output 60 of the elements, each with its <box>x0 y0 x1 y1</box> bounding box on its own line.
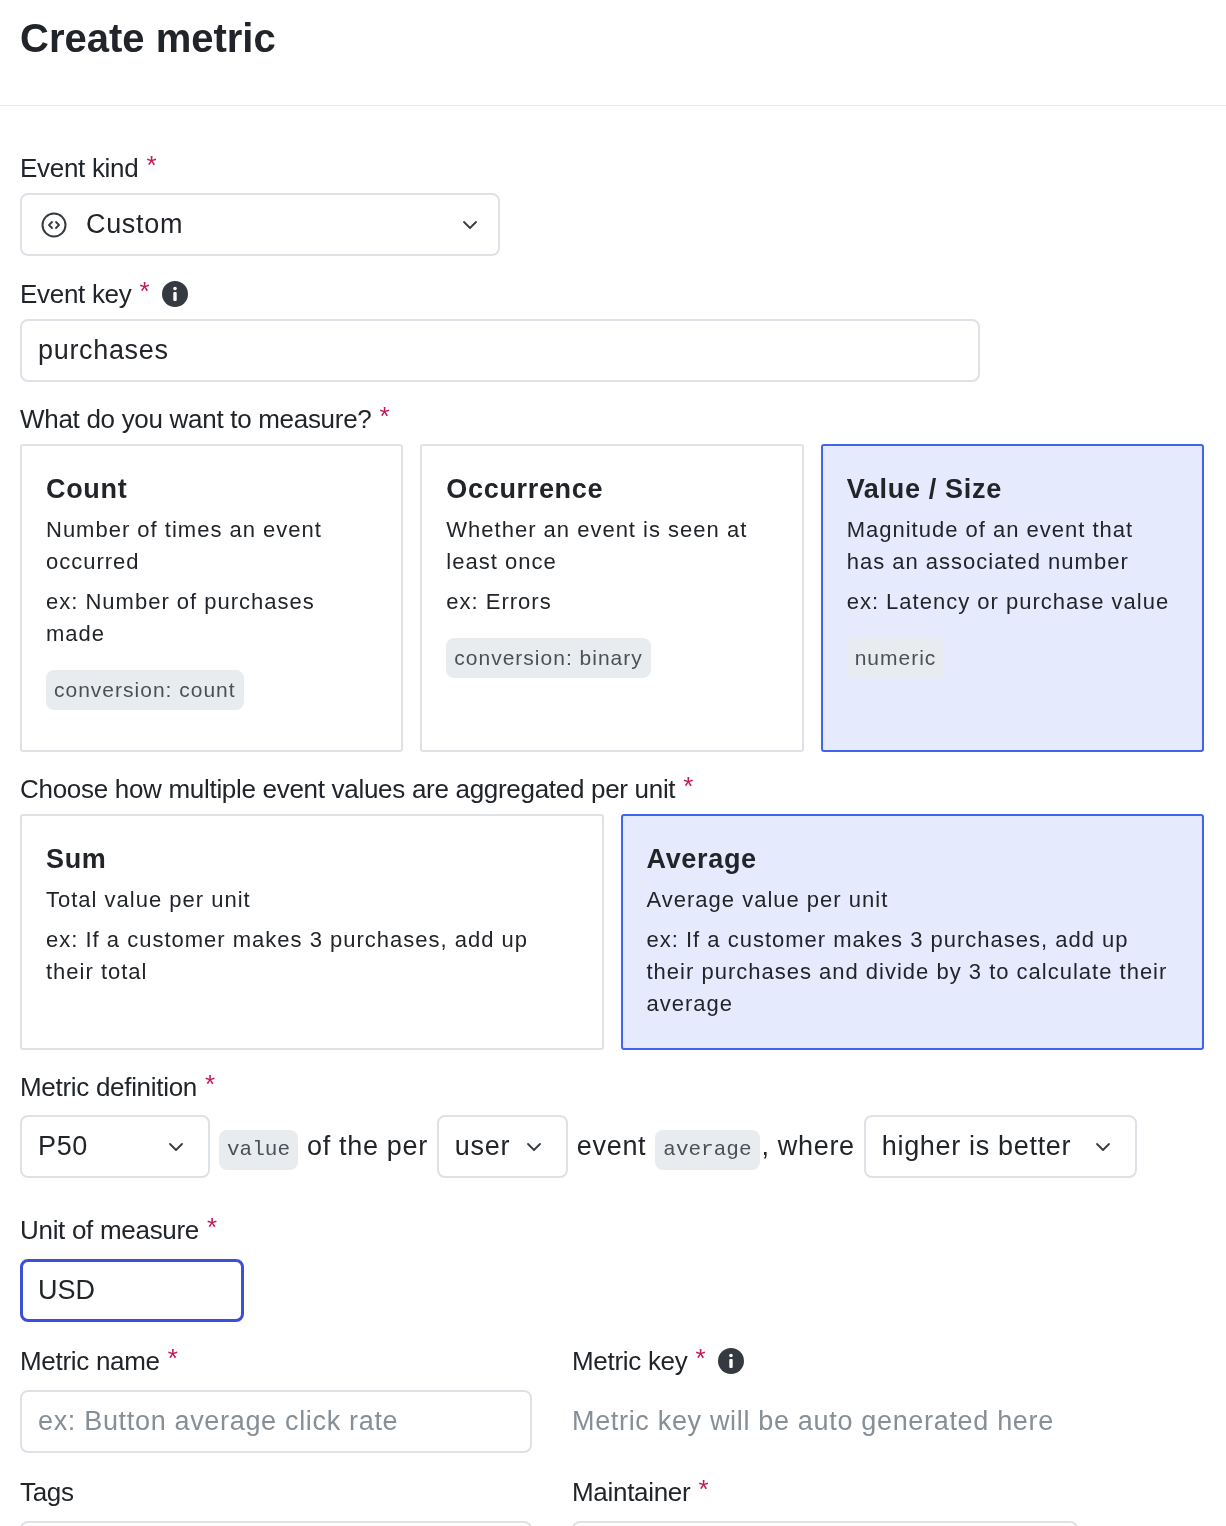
definition-text: , where <box>761 1130 855 1164</box>
option-tag: numeric <box>846 638 945 678</box>
measure-option-card[interactable]: Occurrence Whether an event is seen at least once ex: Errors conversion: binary <box>420 444 804 752</box>
required-mark: * <box>379 399 390 433</box>
dropdown-select[interactable]: user <box>436 1115 568 1178</box>
definition-text: event <box>576 1130 647 1164</box>
required-mark: * <box>139 274 150 308</box>
select-value: higher is better <box>881 1130 1072 1164</box>
option-title: Count <box>46 473 128 506</box>
metric-name-input[interactable]: ex: Button average click rate <box>20 1390 532 1453</box>
field-label: Tags <box>20 1475 74 1509</box>
required-mark: * <box>205 1067 216 1101</box>
event-key-input[interactable]: purchases <box>20 319 980 382</box>
option-description: Total value per unit <box>46 886 251 914</box>
option-title: Occurrence <box>446 473 604 506</box>
option-description: Average value per unit <box>646 886 889 914</box>
code-chip: average <box>655 1129 760 1170</box>
info-icon[interactable] <box>717 1348 744 1374</box>
option-example: ex: Number of purchases made <box>46 588 316 648</box>
field-label: Metric key <box>572 1344 688 1378</box>
page-title: Create metric <box>20 15 277 62</box>
field-label: What do you want to measure? <box>20 402 372 436</box>
select-value: Custom <box>86 208 185 242</box>
option-example: ex: Latency or purchase value <box>846 588 1170 616</box>
aggregation-option-card[interactable]: Sum Total value per unit ex: If a customer makes 3 purchases, add up their total <box>20 814 604 1050</box>
dropdown-select[interactable]: P50 <box>20 1115 210 1178</box>
event-kind-select[interactable]: Custom <box>20 193 500 256</box>
metric-key-hint: Metric key will be auto generated here <box>572 1405 1055 1439</box>
select-value: user <box>454 1130 511 1164</box>
option-title: Sum <box>46 843 107 876</box>
required-mark: * <box>683 769 694 803</box>
field-label: Event key <box>20 277 132 311</box>
field-label: Unit of measure <box>20 1213 200 1247</box>
aggregation-option-card[interactable]: Average Average value per unit ex: If a customer makes 3 purchases, add up their purchases and divide by 3 to calculate their average <box>620 814 1204 1050</box>
code-chip: value <box>219 1129 298 1170</box>
option-tag: conversion: count <box>46 670 244 710</box>
option-example: ex: Errors <box>446 588 552 616</box>
info-icon[interactable] <box>161 281 188 307</box>
option-example: ex: If a customer makes 3 purchases, add up their purchases and divide by 3 to calculate their average <box>646 926 1169 1018</box>
field-label: Choose how multiple event values are aggregated per unit <box>20 772 676 806</box>
option-title: Value / Size <box>846 473 1002 506</box>
field-label: Event kind <box>20 151 139 185</box>
required-mark: * <box>698 1472 709 1506</box>
unit-input[interactable]: USD <box>20 1259 244 1322</box>
measure-option-card[interactable]: Count Number of times an event occurred ex: Number of purchases made conversion: count <box>20 444 404 752</box>
measure-option-card[interactable]: Value / Size Magnitude of an event that has an associated number ex: Latency or purchase value numeric <box>820 444 1204 752</box>
required-mark: * <box>695 1341 706 1375</box>
option-example: ex: If a customer makes 3 purchases, add up their total <box>46 926 529 986</box>
field-label: Metric name <box>20 1344 160 1378</box>
field-label: Metric definition <box>20 1070 197 1104</box>
required-mark: * <box>146 148 157 182</box>
field-label: Maintainer <box>572 1475 691 1509</box>
select-value: P50 <box>38 1130 89 1164</box>
required-mark: * <box>167 1341 178 1375</box>
option-tag: conversion: binary <box>446 638 651 678</box>
code-circle-icon <box>40 210 68 239</box>
option-title: Average <box>646 843 757 876</box>
dropdown-select[interactable]: higher is better <box>863 1115 1137 1178</box>
required-mark: * <box>207 1210 218 1244</box>
definition-text: of the per <box>307 1130 428 1164</box>
